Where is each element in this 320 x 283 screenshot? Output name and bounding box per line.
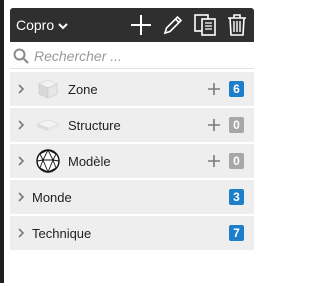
- add-child-button[interactable]: [206, 117, 222, 133]
- chevron-down-icon: [58, 22, 68, 29]
- item-label: Modèle: [68, 153, 111, 169]
- copy-icon: [194, 14, 216, 36]
- window-left-edge: [0, 0, 4, 283]
- chevron-right-icon[interactable]: [12, 227, 30, 239]
- add-child-button[interactable]: [206, 153, 222, 169]
- list-item-modele[interactable]: Modèle 0: [10, 144, 254, 178]
- chevron-right-icon[interactable]: [12, 83, 30, 95]
- plus-icon: [208, 155, 220, 167]
- delete-button[interactable]: [224, 12, 250, 38]
- chevron-right-icon[interactable]: [12, 119, 30, 131]
- panel-toolbar: Copro: [10, 8, 254, 42]
- dropdown-label: Copro: [16, 17, 55, 33]
- count-badge: 7: [229, 225, 244, 241]
- count-badge: 0: [229, 117, 244, 133]
- count-badge: 3: [229, 189, 244, 205]
- edit-button[interactable]: [160, 12, 186, 38]
- item-label: Monde: [32, 189, 72, 205]
- item-label: Technique: [32, 225, 92, 241]
- list-item-zone[interactable]: Zone 6: [10, 72, 254, 106]
- tree-panel: Copro Rechercher ... Zone 6 Structure 0 …: [10, 8, 254, 274]
- chevron-right-icon[interactable]: [12, 191, 30, 203]
- duplicate-button[interactable]: [192, 12, 218, 38]
- search-bar: [10, 44, 254, 69]
- search-icon: [13, 48, 29, 64]
- list-item-structure[interactable]: Structure 0: [10, 108, 254, 142]
- pencil-icon: [163, 15, 183, 35]
- category-list: Zone 6 Structure 0 Modèle 0 Monde 3 Tech…: [10, 72, 254, 250]
- trash-icon: [228, 14, 246, 36]
- copro-dropdown[interactable]: Copro: [16, 17, 68, 33]
- count-badge: 0: [229, 153, 244, 169]
- add-child-button[interactable]: [206, 81, 222, 97]
- cube-icon: [32, 74, 64, 104]
- count-badge: 6: [229, 81, 244, 97]
- wireframe-sphere-icon: [32, 146, 64, 176]
- plus-icon: [131, 15, 151, 35]
- list-item-technique[interactable]: Technique 7: [10, 216, 254, 250]
- item-label: Structure: [68, 117, 121, 133]
- slab-icon: [32, 110, 64, 140]
- plus-icon: [208, 83, 220, 95]
- chevron-right-icon[interactable]: [12, 155, 30, 167]
- search-input[interactable]: [34, 48, 244, 64]
- add-button[interactable]: [128, 12, 154, 38]
- plus-icon: [208, 119, 220, 131]
- item-label: Zone: [68, 81, 98, 97]
- list-item-monde[interactable]: Monde 3: [10, 180, 254, 214]
